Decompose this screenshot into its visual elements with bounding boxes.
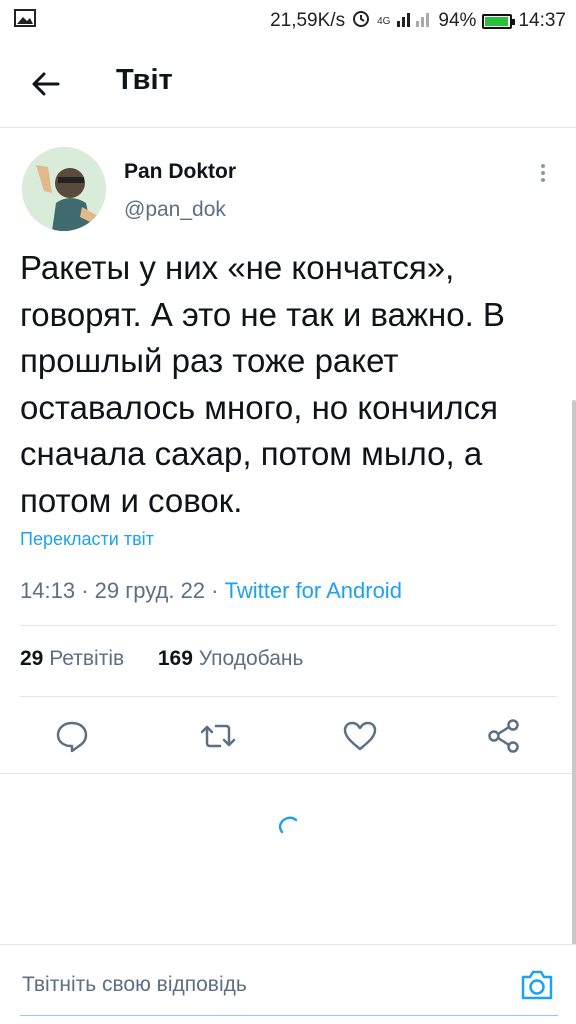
tweet-text: Ракеты у них «не кончатся», говорят. А э… bbox=[20, 249, 505, 519]
author-handle[interactable]: @pan_dok bbox=[124, 198, 226, 222]
more-vertical-icon bbox=[541, 164, 545, 182]
network-type: 4G bbox=[377, 15, 391, 27]
reply-bar: Твітніть свою відповідь bbox=[0, 944, 576, 1024]
alarm-icon bbox=[351, 8, 371, 34]
network-speed: 21,59K/s bbox=[270, 10, 346, 31]
battery-percent: 94% bbox=[438, 10, 477, 31]
share-button[interactable] bbox=[482, 714, 526, 758]
clock: 14:37 bbox=[518, 10, 566, 31]
retweet-button[interactable] bbox=[196, 714, 240, 758]
translate-link[interactable]: Перекласти твіт bbox=[20, 529, 154, 550]
tweet-client-link[interactable]: Twitter for Android bbox=[225, 578, 402, 603]
reply-icon bbox=[56, 721, 88, 753]
arrow-left-icon bbox=[32, 72, 60, 96]
retweet-count: 29 bbox=[20, 647, 44, 670]
avatar[interactable] bbox=[22, 147, 106, 231]
author-name[interactable]: Pan Doktor bbox=[124, 160, 236, 184]
loading-spinner-icon bbox=[274, 812, 302, 840]
page-title: Твіт bbox=[116, 64, 173, 96]
tweet-metadata: 14:13 · 29 груд. 22 · Twitter for Androi… bbox=[20, 578, 402, 603]
heart-icon bbox=[343, 721, 377, 751]
camera-button[interactable] bbox=[517, 965, 557, 1005]
tweet-time: 14:13 bbox=[20, 578, 76, 603]
signal-icon bbox=[396, 9, 432, 33]
retweet-icon bbox=[200, 724, 236, 748]
scrollbar[interactable] bbox=[572, 400, 576, 945]
battery-icon bbox=[482, 13, 516, 29]
image-notification-icon bbox=[14, 9, 36, 33]
divider bbox=[20, 696, 557, 697]
reply-input[interactable]: Твітніть свою відповідь bbox=[22, 973, 247, 997]
tweet-stats: 29 Ретвітів 169 Уподобань bbox=[20, 647, 303, 671]
back-button[interactable] bbox=[28, 66, 64, 102]
retweets-stat[interactable]: 29 Ретвітів bbox=[20, 647, 124, 670]
like-label: Уподобань bbox=[198, 647, 304, 670]
app-header: Твіт bbox=[0, 40, 576, 128]
more-options-button[interactable] bbox=[531, 159, 555, 189]
reply-input-underline bbox=[20, 1015, 558, 1016]
reply-button[interactable] bbox=[50, 714, 94, 758]
divider bbox=[0, 773, 576, 774]
like-count: 169 bbox=[157, 647, 193, 670]
share-icon bbox=[488, 719, 519, 753]
status-bar: 21,59K/s 4G 94% 14:37 bbox=[0, 0, 576, 40]
tweet-date: 29 груд. 22 bbox=[94, 578, 206, 603]
camera-icon bbox=[521, 970, 553, 1000]
retweet-label: Ретвітів bbox=[49, 647, 125, 670]
likes-stat[interactable]: 169 Уподобань bbox=[158, 647, 304, 670]
divider bbox=[20, 625, 557, 626]
like-button[interactable] bbox=[338, 714, 382, 758]
